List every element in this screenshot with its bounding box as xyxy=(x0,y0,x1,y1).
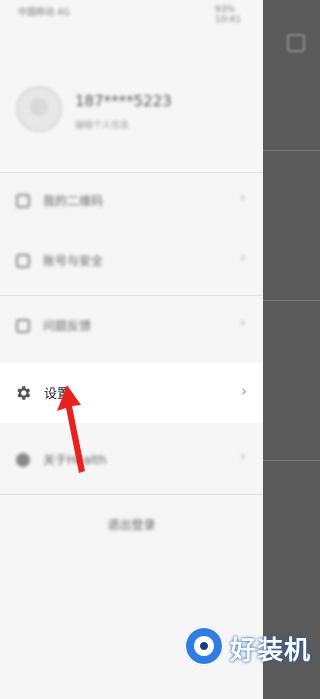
side-drawer: 中国移动 4G 93% 10:41 187****5223 编辑个人信息 我的二… xyxy=(0,0,263,699)
menu-icon xyxy=(287,34,305,52)
menu-item-about[interactable]: 关于Health › xyxy=(0,432,263,490)
annotation-arrow-icon xyxy=(57,385,85,473)
chevron-right-icon: › xyxy=(240,250,246,266)
gear-icon xyxy=(17,386,31,400)
menu-item-account-security[interactable]: 账号与安全 › xyxy=(0,233,263,291)
watermark-logo-icon xyxy=(184,626,224,666)
battery-time-text: 93% 10:41 xyxy=(215,5,241,25)
lock-icon xyxy=(16,254,30,268)
dimmed-main-screen[interactable] xyxy=(263,0,320,699)
username: 187****5223 xyxy=(75,92,172,110)
info-icon xyxy=(16,453,30,467)
logout-button[interactable]: 退出登录 xyxy=(0,500,263,550)
divider xyxy=(263,460,320,461)
chevron-right-icon: › xyxy=(240,449,246,465)
menu-item-qrcode[interactable]: 我的二维码 › xyxy=(0,173,263,231)
profile-section[interactable]: 187****5223 编辑个人信息 xyxy=(0,70,263,160)
divider xyxy=(263,300,320,301)
logout-label: 退出登录 xyxy=(107,518,156,532)
chevron-right-icon: › xyxy=(241,382,247,400)
menu-item-label: 账号与安全 xyxy=(43,254,104,268)
divider xyxy=(0,494,263,495)
chevron-right-icon: › xyxy=(240,190,246,206)
watermark: 好装机 xyxy=(180,620,320,670)
chevron-right-icon: › xyxy=(240,315,246,331)
menu-item-feedback[interactable]: 问题反馈 › xyxy=(0,298,263,356)
avatar[interactable] xyxy=(16,86,62,132)
watermark-text: 好装机 xyxy=(230,636,312,666)
feedback-icon xyxy=(16,319,30,333)
menu-item-settings[interactable]: 设置 › xyxy=(0,363,263,423)
menu-item-label: 问题反馈 xyxy=(43,319,92,333)
qrcode-icon xyxy=(16,194,30,208)
menu-item-label: 我的二维码 xyxy=(43,194,104,208)
status-bar: 中国移动 4G 93% 10:41 xyxy=(0,0,263,25)
divider xyxy=(263,150,320,151)
divider xyxy=(0,295,263,296)
profile-subtext: 编辑个人信息 xyxy=(75,121,130,131)
carrier-text: 中国移动 4G xyxy=(18,8,70,18)
